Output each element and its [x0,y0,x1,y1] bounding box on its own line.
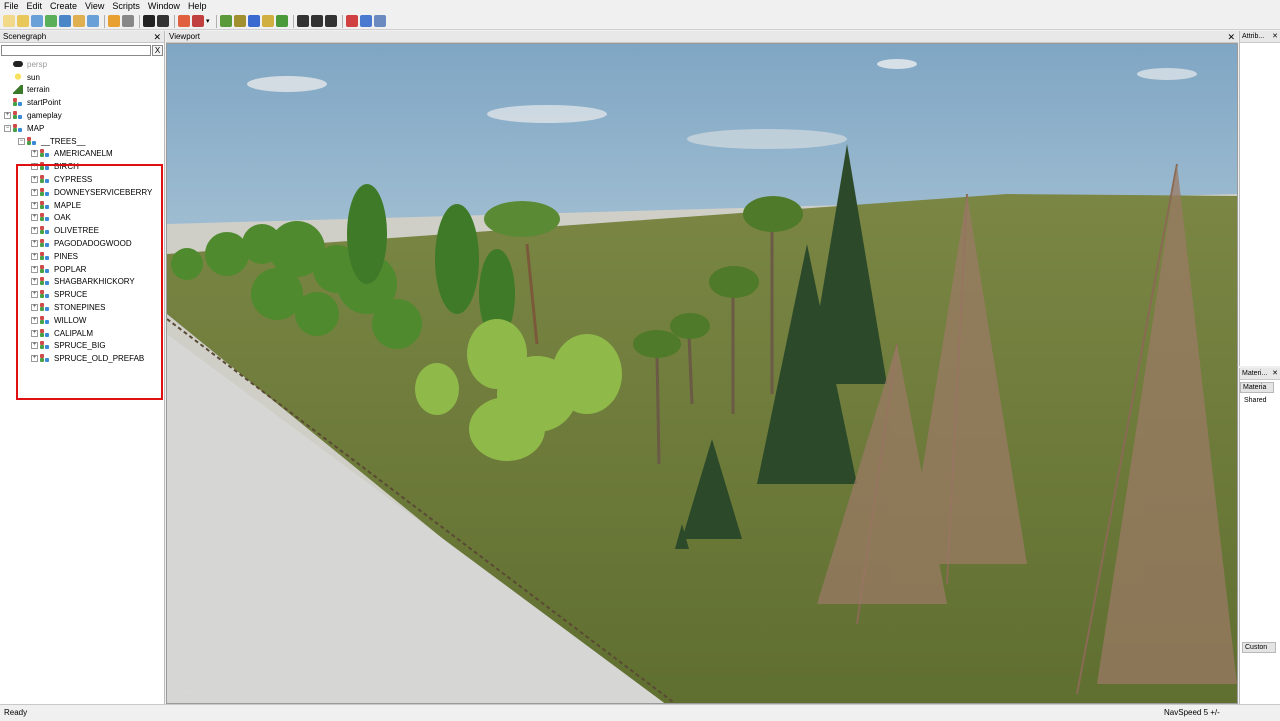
expand-icon[interactable]: + [31,150,38,158]
scene-render [167,44,1237,703]
trees-highlight-box [16,164,163,400]
viewport-camera-label: persp [179,688,200,697]
menu-file[interactable]: File [4,0,19,13]
tree-item-label: __TREES__ [41,136,86,146]
marker-icon[interactable] [247,15,260,27]
scenegraph-clear-button[interactable]: X [152,45,163,56]
edit-icon[interactable] [31,15,43,27]
tree-item-startpoint[interactable]: startPoint [0,96,164,109]
scale-icon[interactable] [324,15,337,27]
tree-item-terrain[interactable]: terrain [0,84,164,97]
terrain-icon [13,85,23,95]
eye-icon[interactable] [157,15,169,27]
lightbulb-icon [13,72,23,82]
attributes-close-icon[interactable]: ✕ [1272,31,1278,43]
toolbar-separator [174,14,175,28]
tree-item-trees[interactable]: − __TREES__ [0,135,164,148]
save-icon[interactable] [59,15,71,27]
attributes-title: Attrib... [1242,33,1265,40]
tree-item-label: gameplay [27,111,62,121]
no-entry-icon[interactable] [192,15,204,27]
tree-item-label: persp [27,59,48,69]
tree-item-gameplay[interactable]: + gameplay [0,109,164,122]
tree-item-label: MAP [27,123,45,133]
paint-icon[interactable] [261,15,274,27]
house-icon[interactable] [178,15,190,27]
menu-help[interactable]: Help [188,0,207,13]
redo-icon[interactable] [122,15,134,27]
forest-icon[interactable] [275,15,288,27]
dropdown-arrow-icon[interactable]: ▾ [206,17,210,25]
group-icon [40,149,50,158]
navspeed-text: NavSpeed 5 +/- [1164,708,1220,717]
expand-icon[interactable]: + [4,112,11,120]
attributes-header: Attrib... ✕ [1240,31,1280,43]
menu-bar: File Edit Create View Scripts Window Help [0,0,1280,13]
menu-scripts[interactable]: Scripts [112,0,140,13]
materials-close-icon[interactable]: ✕ [1272,368,1278,380]
viewport-close-icon[interactable]: ✕ [1227,31,1235,43]
viewport-canvas[interactable]: persp [166,43,1238,704]
tree-item-label: AMERICANELM [54,149,113,159]
materials-title: Materi... [1242,370,1268,377]
tree-item-label: startPoint [27,98,61,108]
new-file-icon[interactable] [3,15,15,27]
undo-icon[interactable] [108,15,120,27]
menu-create[interactable]: Create [50,0,77,13]
group-icon [13,123,23,133]
camera-icon [13,61,23,68]
rotate-icon[interactable] [310,15,323,27]
road-icon[interactable] [233,15,246,27]
tree-item-label: terrain [27,85,50,95]
toolbar-separator [341,14,343,28]
status-bar: Ready NavSpeed 5 +/- [0,704,1280,720]
tree-item-persp[interactable]: persp [0,58,164,71]
open-folder-icon[interactable] [17,15,29,27]
scenegraph-title: Scenegraph [3,32,47,41]
materials-header: Materi... ✕ [1240,368,1280,380]
toolbar-separator [104,14,105,28]
settings-icon[interactable] [359,15,372,27]
materials-custom-tab[interactable]: Custon [1242,642,1276,653]
scenegraph-header: Scenegraph ✕ [0,31,164,43]
refresh-icon[interactable] [45,15,57,27]
collapse-icon[interactable]: − [4,124,11,132]
menu-view[interactable]: View [85,0,104,13]
materials-shared-label: Shared [1244,397,1267,404]
toolbar-separator [215,14,217,28]
tree-item-sun[interactable]: sun [0,71,164,84]
toolbar-separator [292,14,294,28]
toolbar-separator [139,14,140,28]
group-icon [13,111,23,120]
move-icon[interactable] [296,15,309,27]
network-icon[interactable] [373,15,386,27]
group-icon [27,136,37,146]
tree-item-americanelm[interactable]: + AMERICANELM [0,148,164,161]
play-icon[interactable] [143,15,155,27]
menu-window[interactable]: Window [148,0,180,13]
group-icon [13,98,23,107]
export-icon[interactable] [73,15,85,27]
viewport-title: Viewport [169,32,200,41]
scenegraph-close-icon[interactable]: ✕ [153,31,161,43]
menu-edit[interactable]: Edit [27,0,43,13]
viewport-header: Viewport ✕ [166,31,1238,43]
scenegraph-search-input[interactable] [1,45,151,56]
collapse-icon[interactable]: − [18,137,25,145]
status-text: Ready [4,708,28,717]
attributes-panel: Attrib... ✕ [1239,31,1280,366]
screenshot-icon[interactable] [87,15,99,27]
material-icon[interactable] [345,15,358,27]
scenegraph-panel: Scenegraph ✕ X persp sun terrain startPoint… [0,31,165,704]
materials-tab[interactable]: Materia [1240,382,1274,393]
toolbar: ▾ [0,13,1280,30]
tree-item-label: sun [27,72,40,82]
tree-add-icon[interactable] [219,15,232,27]
tree-item-map[interactable]: − MAP [0,122,164,135]
materials-panel: Materi... ✕ Materia Shared Custon [1239,368,1280,704]
